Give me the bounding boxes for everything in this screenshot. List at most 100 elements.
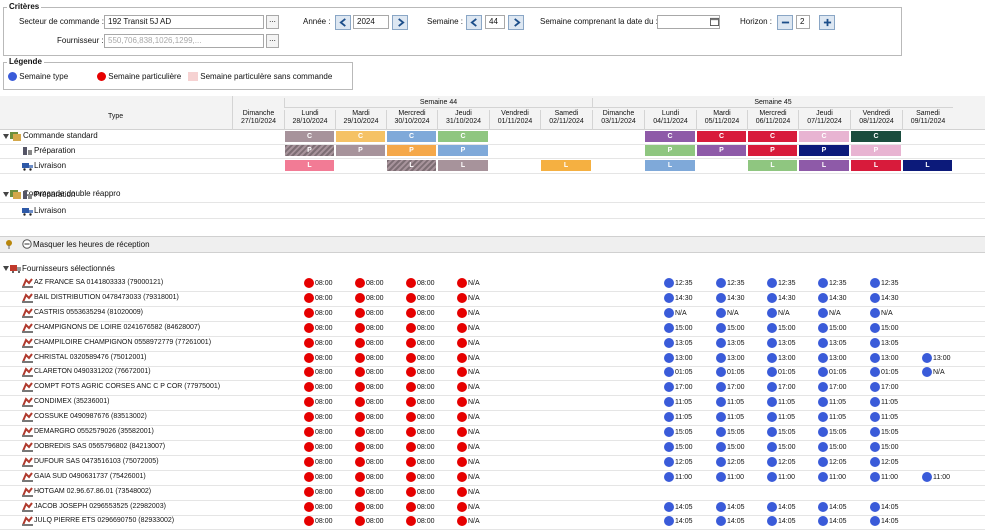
reception-time[interactable]: N/A <box>457 397 480 408</box>
schedule-cell[interactable]: L <box>285 160 334 171</box>
reception-time[interactable]: 17:00 <box>767 382 796 393</box>
reception-time[interactable]: 12:35 <box>818 278 847 289</box>
schedule-cell[interactable]: C <box>799 131 849 142</box>
schedule-cell[interactable]: C <box>336 131 385 142</box>
reception-time[interactable]: 08:00 <box>304 278 333 289</box>
reception-time[interactable]: 08:00 <box>304 412 333 423</box>
reception-time[interactable]: N/A <box>457 516 480 527</box>
reception-time[interactable]: 08:00 <box>406 353 435 364</box>
reception-time[interactable]: 14:30 <box>870 293 899 304</box>
reception-time[interactable]: 13:00 <box>716 353 745 364</box>
reception-time[interactable]: 11:05 <box>664 412 692 423</box>
reception-time[interactable]: 14:05 <box>664 502 693 513</box>
schedule-cell[interactable]: L <box>387 160 436 171</box>
reception-time[interactable]: 11:05 <box>870 412 898 423</box>
reception-time[interactable]: 13:05 <box>716 338 745 349</box>
reception-time[interactable]: 12:05 <box>818 457 847 468</box>
reception-time[interactable]: 08:00 <box>304 338 333 349</box>
reception-time[interactable]: 13:00 <box>922 353 951 364</box>
reception-time[interactable]: 08:00 <box>355 457 384 468</box>
collapse-circle-icon[interactable] <box>22 239 32 249</box>
reception-time[interactable]: N/A <box>457 442 480 453</box>
reception-time[interactable]: 08:00 <box>355 502 384 513</box>
reception-time[interactable]: 08:00 <box>304 487 333 498</box>
secteur-input[interactable]: 192 Transit 5J AD <box>104 15 264 29</box>
reception-time[interactable]: 15:05 <box>664 427 693 438</box>
reception-time[interactable]: 13:00 <box>767 353 796 364</box>
reception-time[interactable]: 08:00 <box>406 442 435 453</box>
reception-time[interactable]: 01:05 <box>870 367 899 378</box>
reception-time[interactable]: 08:00 <box>406 367 435 378</box>
reception-time[interactable]: N/A <box>457 487 480 498</box>
expand-triangle-icon[interactable] <box>3 192 9 197</box>
schedule-cell[interactable]: P <box>645 145 695 156</box>
reception-time[interactable]: 11:05 <box>716 397 744 408</box>
reception-time[interactable]: 08:00 <box>406 308 435 319</box>
calendar-icon[interactable] <box>710 17 719 26</box>
reception-time[interactable]: 11:00 <box>664 472 692 483</box>
reception-time[interactable]: 08:00 <box>304 442 333 453</box>
schedule-cell[interactable]: P <box>799 145 849 156</box>
reception-time[interactable]: 08:00 <box>406 323 435 334</box>
schedule-cell[interactable]: L <box>541 160 591 171</box>
reception-time[interactable]: 08:00 <box>406 502 435 513</box>
supplier-name[interactable]: COMPT FOTS AGRIC CORSES ANC C P COR (779… <box>34 382 220 392</box>
reception-time[interactable]: 08:00 <box>355 367 384 378</box>
reception-time[interactable]: 13:05 <box>664 338 693 349</box>
reception-time[interactable]: 11:05 <box>818 412 846 423</box>
reception-time[interactable]: 08:00 <box>355 278 384 289</box>
reception-time[interactable]: 08:00 <box>304 293 333 304</box>
reception-time[interactable]: 15:00 <box>870 442 899 453</box>
reception-time[interactable]: 08:00 <box>304 308 333 319</box>
reception-time[interactable]: 11:05 <box>767 412 795 423</box>
reception-time[interactable]: 15:05 <box>767 427 796 438</box>
reception-time[interactable]: N/A <box>457 367 480 378</box>
reception-time[interactable]: 12:35 <box>870 278 899 289</box>
supplier-name[interactable]: CHRISTAL 0320589476 (75012001) <box>34 353 146 363</box>
supplier-name[interactable]: GAIA SUD 0490631737 (75426001) <box>34 472 146 482</box>
reception-time[interactable]: N/A <box>457 293 480 304</box>
reception-time[interactable]: 11:00 <box>767 472 795 483</box>
schedule-cell[interactable]: L <box>748 160 797 171</box>
fournisseur-input[interactable]: 550,706,838,1026,1299,... <box>104 34 264 48</box>
supplier-name[interactable]: BAIL DISTRIBUTION 0478473033 (79318001) <box>34 293 179 303</box>
supplier-name[interactable]: AZ FRANCE SA 0141803333 (79000121) <box>34 278 163 288</box>
pin-icon[interactable] <box>4 239 14 249</box>
reception-time[interactable]: 14:05 <box>767 516 796 527</box>
reception-time[interactable]: 14:30 <box>818 293 847 304</box>
fournisseur-browse-button[interactable]: ... <box>266 34 279 48</box>
reception-time[interactable]: 14:05 <box>818 516 847 527</box>
reception-time[interactable]: 17:00 <box>818 382 847 393</box>
horizon-minus-button[interactable] <box>777 15 793 30</box>
reception-time[interactable]: 08:00 <box>355 472 384 483</box>
schedule-cell[interactable]: P <box>851 145 901 156</box>
reception-time[interactable]: 14:05 <box>664 516 693 527</box>
schedule-cell[interactable]: L <box>903 160 952 171</box>
reception-time[interactable]: N/A <box>922 367 945 378</box>
reception-time[interactable]: 08:00 <box>355 308 384 319</box>
reception-time[interactable]: 15:00 <box>664 323 693 334</box>
schedule-cell[interactable]: C <box>697 131 746 142</box>
reception-time[interactable]: 12:05 <box>664 457 693 468</box>
reception-time[interactable]: 15:05 <box>818 427 847 438</box>
reception-time[interactable]: 11:00 <box>870 472 898 483</box>
schedule-cell[interactable]: P <box>387 145 436 156</box>
schedule-cell[interactable]: P <box>285 145 334 156</box>
reception-time[interactable]: 15:00 <box>818 323 847 334</box>
supplier-name[interactable]: HOTGAM 02.96.67.86.01 (73548002) <box>34 487 151 497</box>
reception-time[interactable]: 13:00 <box>664 353 693 364</box>
reception-time[interactable]: N/A <box>457 502 480 513</box>
reception-time[interactable]: 15:00 <box>818 442 847 453</box>
reception-time[interactable]: 17:00 <box>664 382 693 393</box>
reception-time[interactable]: 14:30 <box>664 293 693 304</box>
reception-time[interactable]: 11:05 <box>870 397 898 408</box>
annee-next-button[interactable] <box>392 15 408 30</box>
secteur-browse-button[interactable]: ... <box>266 15 279 29</box>
reception-time[interactable]: 08:00 <box>406 397 435 408</box>
schedule-cell[interactable]: L <box>799 160 849 171</box>
reception-time[interactable]: 08:00 <box>355 442 384 453</box>
reception-time[interactable]: 14:05 <box>870 516 899 527</box>
reception-time[interactable]: 08:00 <box>406 427 435 438</box>
reception-time[interactable]: N/A <box>457 412 480 423</box>
reception-time[interactable]: 08:00 <box>406 412 435 423</box>
